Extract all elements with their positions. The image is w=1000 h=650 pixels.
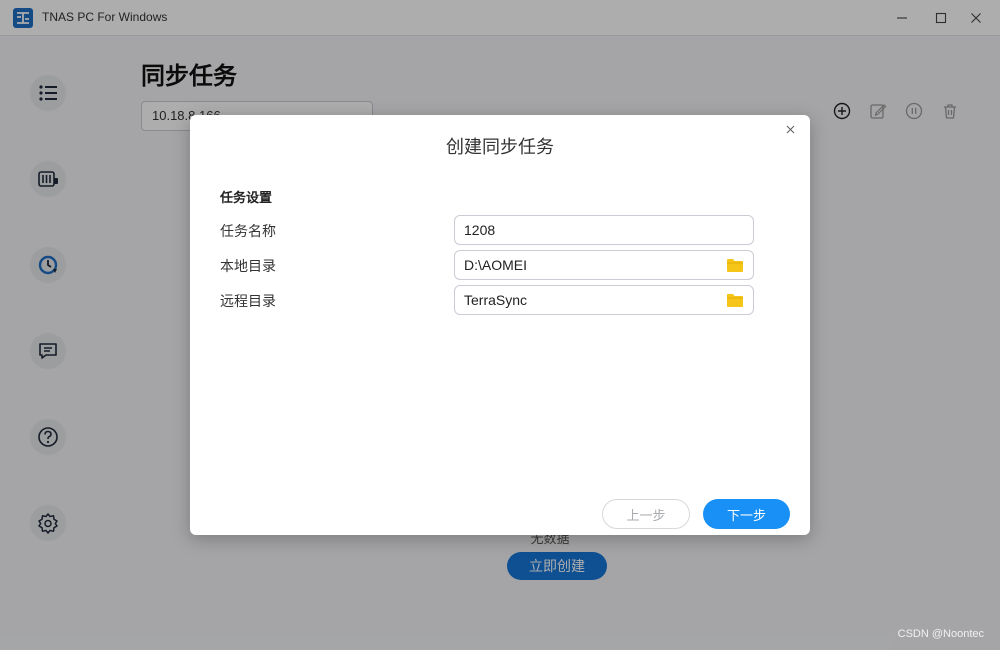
- task-name-input[interactable]: 1208: [454, 215, 754, 245]
- remote-directory-label: 远程目录: [220, 293, 276, 309]
- create-sync-task-dialog: 创建同步任务 任务设置 任务名称 1208 本地目录 D:\AOMEI 远程目录…: [190, 115, 810, 535]
- close-icon: [786, 125, 794, 133]
- previous-step-button[interactable]: 上一步: [602, 499, 690, 529]
- dialog-title: 创建同步任务: [446, 137, 554, 157]
- dialog-close-button[interactable]: [782, 121, 798, 137]
- section-title: 任务设置: [220, 190, 273, 205]
- next-step-button[interactable]: 下一步: [703, 499, 790, 529]
- watermark: CSDN @Noontec: [897, 628, 984, 640]
- local-directory-label: 本地目录: [220, 258, 276, 274]
- remote-directory-input[interactable]: TerraSync: [454, 285, 754, 315]
- local-directory-input[interactable]: D:\AOMEI: [454, 250, 754, 280]
- folder-icon[interactable]: [726, 292, 744, 308]
- task-name-label: 任务名称: [220, 223, 276, 239]
- folder-icon[interactable]: [726, 257, 744, 273]
